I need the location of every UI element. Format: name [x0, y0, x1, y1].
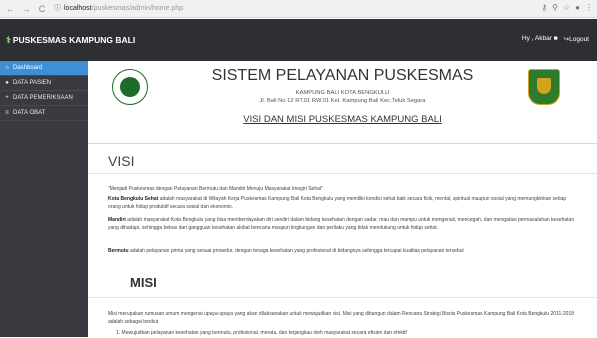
star-icon[interactable]: ☆ [563, 3, 570, 12]
sidebar-item-data-obat[interactable]: ≡ DATA OBAT [0, 106, 88, 121]
sidebar-item-dashboard[interactable]: ⌂ Dashboard [0, 61, 88, 76]
stethoscope-icon: ⚕ [6, 34, 11, 45]
visi-quote: "Menjadi Puskesmas dengan Pelayanan Berm… [108, 186, 324, 192]
address-bar[interactable]: ⓘ localhost/puskesmas/admin/home.php [54, 3, 494, 15]
sidebar-item-label: Dashboard [13, 65, 43, 71]
sidebar-item-data-pemeriksaan[interactable]: + DATA PEMERIKSAAN [0, 91, 88, 106]
info-icon: ⓘ [54, 4, 61, 12]
home-icon: ⌂ [5, 65, 9, 71]
user-menu[interactable]: Hy , Akbar ■ [522, 35, 558, 43]
divider [88, 173, 597, 174]
sidebar-item-label: DATA PASIEN [13, 80, 52, 86]
visi-heading: VISI [108, 153, 135, 169]
page-title: SISTEM PELAYANAN PUSKESMAS [211, 67, 474, 84]
page-subtitle: KAMPUNG BALI KOTA BENGKULU [295, 90, 390, 96]
sidebar-item-label: DATA PEMERIKSAAN [13, 95, 73, 101]
brand[interactable]: ⚕ PUSKESMAS KAMPUNG BALI [6, 35, 135, 46]
menu-icon[interactable]: ⋮ [585, 3, 593, 12]
bermutu-text: adalah pelayanan prima yang sesuai prose… [129, 248, 464, 254]
sidebar: ⌂ Dashboard ● DATA PASIEN + DATA PEMERIK… [0, 61, 88, 337]
key-icon[interactable]: ⚷ [541, 3, 547, 12]
zoom-icon[interactable]: ⚲ [552, 3, 558, 12]
user-icon: ■ [553, 35, 558, 42]
reload-icon[interactable]: C [36, 3, 48, 15]
visi-misi-title: VISI DAN MISI PUSKESMAS KAMPUNG BALI [243, 114, 442, 125]
mandiri-text: adalah masyarakat Kota Bengkulu yang bis… [108, 217, 575, 231]
mandiri-label: Mandiri [108, 217, 126, 223]
address-text: Jl. Bali No 12 RT.01 RW.01 Kel. Kampung … [259, 98, 426, 104]
misi-heading: MISI [130, 275, 157, 290]
kota-label: Kota Bengkulu Sehat [108, 196, 159, 202]
forward-icon[interactable]: → [20, 3, 32, 15]
kota-text: adalah masyarakat di Wilayah Kerja Puske… [108, 196, 567, 210]
bermutu-label: Bermutu [108, 248, 129, 254]
url-host: localhost [64, 4, 92, 12]
user-name: Hy , Akbar [521, 35, 552, 42]
browser-toolbar: ← → C ⓘ localhost/puskesmas/admin/home.p… [0, 0, 597, 18]
divider [88, 143, 597, 144]
url-path: /puskesmas/admin/home.php [91, 4, 184, 12]
divider [88, 297, 597, 298]
visi-bermutu-paragraph: Bermutu adalah pelayanan prima yang sesu… [108, 248, 578, 256]
list-icon: ≡ [5, 110, 9, 116]
back-icon[interactable]: ← [4, 3, 16, 15]
sidebar-item-label: DATA OBAT [13, 110, 46, 116]
extension-icon[interactable]: ● [575, 3, 580, 12]
brand-label: PUSKESMAS KAMPUNG BALI [12, 35, 136, 45]
visi-kota-paragraph: Kota Bengkulu Sehat adalah masyarakat di… [108, 196, 578, 211]
plus-icon: + [5, 95, 9, 101]
logout-label: Logout [569, 36, 589, 43]
user-area: Hy , Akbar ■ ↪Logout [522, 35, 589, 43]
sidebar-item-data-pasien[interactable]: ● DATA PASIEN [0, 76, 88, 91]
user-icon: ● [5, 80, 9, 86]
app-header: ⚕ PUSKESMAS KAMPUNG BALI Hy , Akbar ■ ↪L… [0, 19, 597, 61]
misi-item: 1. Mewujudkan pelayanan kesehatan yang b… [116, 330, 407, 336]
logout-link[interactable]: ↪Logout [564, 35, 589, 43]
visi-mandiri-paragraph: Mandiri adalah masyarakat Kota Bengkulu … [108, 217, 578, 232]
misi-text: Misi merupakan rumusan umum mengenai upa… [108, 311, 575, 325]
hero-header: SISTEM PELAYANAN PUSKESMAS KAMPUNG BALI … [88, 61, 597, 143]
